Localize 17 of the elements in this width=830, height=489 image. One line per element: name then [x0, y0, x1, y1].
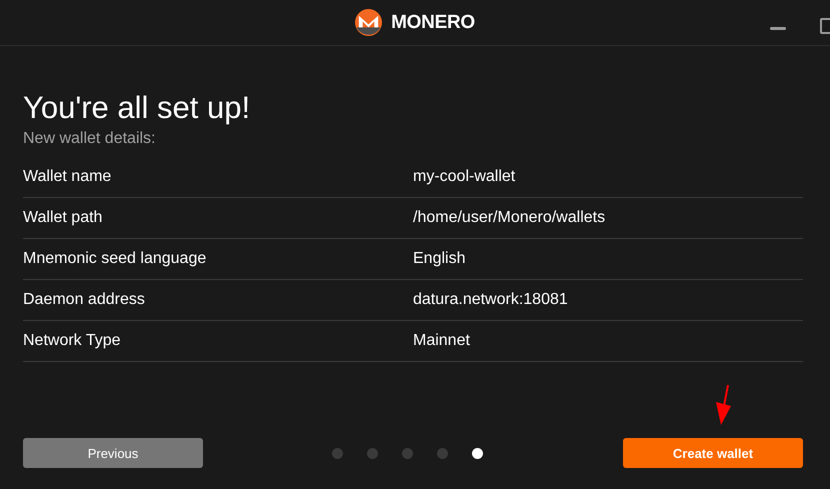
logo-text: MONERO: [391, 12, 475, 34]
detail-label: Wallet name: [23, 168, 112, 186]
page-heading: You're all set up!: [23, 90, 252, 126]
page-subheading: New wallet details:: [23, 130, 156, 148]
detail-label: Mnemonic seed language: [23, 250, 208, 268]
logo-icon: [355, 9, 382, 36]
detail-label: Network Type: [23, 332, 122, 350]
previous-button[interactable]: Previous: [23, 438, 203, 468]
create-wallet-button[interactable]: Create wallet: [623, 438, 803, 468]
detail-value: /home/user/Monero/wallets: [413, 209, 606, 227]
detail-value: datura.network:18081: [413, 291, 569, 309]
detail-label: Wallet path: [23, 209, 104, 227]
arrow-icon: [713, 384, 733, 426]
detail-label: Daemon address: [23, 291, 146, 309]
detail-value: Mainnet: [413, 332, 471, 350]
detail-value: English: [413, 250, 466, 268]
detail-value: my-cool-wallet: [413, 168, 516, 186]
